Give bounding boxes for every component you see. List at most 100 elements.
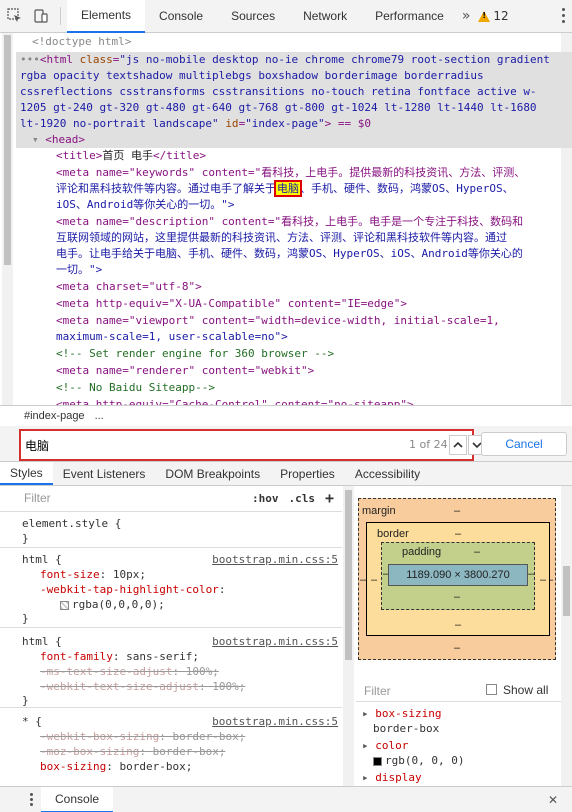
html-tag-open: <html bbox=[39, 53, 80, 66]
html-node[interactable]: •••<html class="js no-mobile desktop no-… bbox=[20, 52, 550, 68]
padding-bottom-value[interactable]: – bbox=[454, 591, 460, 603]
device-toolbar-icon[interactable] bbox=[30, 5, 52, 27]
element-style-rule: element.style { } bbox=[0, 512, 342, 548]
new-style-rule-button[interactable]: + bbox=[325, 491, 334, 506]
breadcrumb-more[interactable]: ... bbox=[95, 410, 104, 422]
warnings-badge[interactable]: 12 bbox=[478, 9, 509, 23]
style-property[interactable]: font-family: sans-serif; bbox=[40, 649, 199, 664]
close-icon[interactable]: ✕ bbox=[548, 793, 558, 807]
border-left-value[interactable]: – bbox=[371, 574, 377, 586]
border-label: border bbox=[377, 528, 409, 540]
class-value-line5: lt-1920 no-portrait landscape" id="index… bbox=[20, 117, 372, 130]
margin-bottom-value[interactable]: – bbox=[454, 642, 460, 654]
rule-selector[interactable]: * { bbox=[22, 714, 42, 729]
comment-node-360[interactable]: <!-- Set render engine for 360 browser -… bbox=[56, 346, 334, 362]
computed-property-value: border-box bbox=[373, 722, 440, 735]
padding-top-value[interactable]: – bbox=[474, 546, 480, 558]
rule-selector[interactable]: html { bbox=[22, 552, 62, 567]
devtools-window: Elements Console Sources Network Perform… bbox=[0, 0, 572, 812]
style-rule-universal: * { bootstrap.min.css:5 -webkit-box-sizi… bbox=[0, 710, 342, 786]
style-property[interactable]: box-sizing: border-box; bbox=[40, 759, 192, 774]
tab-properties[interactable]: Properties bbox=[270, 462, 345, 485]
tab-dom-breakpoints[interactable]: DOM Breakpoints bbox=[155, 462, 270, 485]
title-node[interactable]: <title>首页 电手</title> bbox=[56, 148, 206, 164]
style-property[interactable]: font-size: 10px; bbox=[40, 567, 146, 582]
computed-filter-bar: Filter Show all bbox=[356, 680, 572, 702]
meta-description-line3: 电手。让电手给关于电脑、手机、硬件、数码，鸿蒙OS、HyperOS、iOS、An… bbox=[56, 247, 523, 260]
tree-scrollbar[interactable] bbox=[2, 33, 13, 405]
tab-console[interactable]: Console bbox=[145, 0, 217, 33]
style-property-overridden[interactable]: -moz-box-sizing: border-box; bbox=[40, 744, 225, 759]
style-property-overridden[interactable]: -ms-text-size-adjust: 100%; bbox=[40, 664, 219, 679]
drawer-menu-icon[interactable] bbox=[30, 793, 33, 806]
console-drawer: Console ✕ bbox=[0, 786, 572, 812]
margin-label: margin bbox=[362, 505, 396, 517]
breadcrumb-item[interactable]: #index-page bbox=[24, 410, 85, 422]
search-box: 1 of 24 bbox=[19, 429, 486, 461]
computed-property[interactable]: ▸ color bbox=[362, 738, 408, 753]
styles-scrollbar[interactable] bbox=[343, 486, 354, 786]
breadcrumb: #index-page ... bbox=[0, 405, 572, 425]
rule-source-link[interactable]: bootstrap.min.css:5 bbox=[212, 634, 338, 649]
rule-source-link[interactable]: bootstrap.min.css:5 bbox=[212, 714, 338, 729]
tab-styles[interactable]: Styles bbox=[0, 462, 53, 485]
search-cancel-button[interactable]: Cancel bbox=[481, 432, 567, 456]
search-prev-button[interactable] bbox=[449, 435, 467, 455]
box-model-border[interactable]: border – – – – padding – – – – 1189.090 … bbox=[366, 522, 550, 636]
style-property-value[interactable]: rgba(0,0,0,0); bbox=[60, 597, 165, 612]
comment-node-baidu[interactable]: <!-- No Baidu Siteapp--> bbox=[56, 380, 215, 396]
rule-selector[interactable]: html { bbox=[22, 634, 62, 649]
tab-elements[interactable]: Elements bbox=[67, 0, 146, 33]
element-style-selector[interactable]: element.style { bbox=[22, 516, 121, 531]
more-tabs-button[interactable]: » bbox=[458, 8, 475, 24]
styles-tab-bar: Styles Event Listeners DOM Breakpoints P… bbox=[0, 462, 572, 486]
cls-toggle[interactable]: .cls bbox=[288, 491, 315, 506]
tab-accessibility[interactable]: Accessibility bbox=[345, 462, 430, 485]
meta-http-equiv-node[interactable]: <meta http-equiv="X-UA-Compatible" conte… bbox=[56, 296, 407, 312]
computed-property[interactable]: ▸ display bbox=[362, 770, 422, 785]
styles-filter-input[interactable]: Filter bbox=[24, 491, 252, 506]
warnings-count: 12 bbox=[493, 9, 509, 23]
styles-pane: Filter :hov .cls + element.style { } htm… bbox=[0, 486, 342, 786]
border-top-value[interactable]: – bbox=[455, 528, 461, 540]
rule-source-link[interactable]: bootstrap.min.css:5 bbox=[212, 552, 338, 567]
search-input[interactable] bbox=[25, 436, 405, 454]
hov-toggle[interactable]: :hov bbox=[252, 491, 279, 506]
tab-network[interactable]: Network bbox=[289, 0, 361, 33]
meta-keywords-line2: 评论和黑科技软件等内容。通过电手了解关于电脑、手机、硬件、数码，鸿蒙OS、Hyp… bbox=[56, 180, 514, 197]
meta-description-line1[interactable]: <meta name="description" content="看科技，上电… bbox=[56, 214, 523, 230]
box-model-content[interactable]: 1189.090 × 3800.270 bbox=[388, 564, 528, 586]
tab-sources[interactable]: Sources bbox=[217, 0, 289, 33]
tab-performance[interactable]: Performance bbox=[361, 0, 458, 33]
border-right-value[interactable]: – bbox=[540, 574, 546, 586]
meta-viewport-line2: maximum-scale=1, user-scalable=no"> bbox=[56, 330, 288, 343]
computed-property[interactable]: ▸ box-sizing bbox=[362, 706, 441, 721]
inspect-element-icon[interactable] bbox=[4, 5, 26, 27]
head-node[interactable]: ▾ <head> bbox=[32, 132, 85, 148]
border-bottom-value[interactable]: – bbox=[455, 619, 461, 631]
show-all-checkbox[interactable] bbox=[486, 684, 497, 695]
computed-scrollbar[interactable] bbox=[561, 486, 572, 786]
style-property-overridden[interactable]: -webkit-box-sizing: border-box; bbox=[40, 729, 245, 744]
color-swatch-icon[interactable] bbox=[373, 756, 382, 766]
margin-top-value[interactable]: – bbox=[454, 505, 460, 517]
color-swatch-icon[interactable] bbox=[60, 600, 69, 610]
meta-viewport-line1[interactable]: <meta name="viewport" content="width=dev… bbox=[56, 313, 500, 329]
meta-keywords-line3: iOS、Android等你关心的一切。"> bbox=[56, 198, 235, 211]
doctype-node[interactable]: <!doctype html> bbox=[32, 34, 131, 50]
computed-filter-input[interactable]: Filter bbox=[364, 684, 391, 698]
padding-right-value[interactable]: – bbox=[528, 568, 534, 580]
meta-charset-node[interactable]: <meta charset="utf-8"> bbox=[56, 279, 202, 295]
computed-property-value: rgb(0, 0, 0) bbox=[373, 753, 464, 768]
meta-description-line2: 互联网领域的网站，这里提供最新的科技资讯、方法、评测、评论和黑科技软件等内容。通… bbox=[56, 231, 507, 244]
style-property-overridden[interactable]: -webkit-text-size-adjust: 100%; bbox=[40, 679, 245, 694]
box-model-padding[interactable]: padding – – – – 1189.090 × 3800.270 bbox=[381, 542, 535, 610]
tab-event-listeners[interactable]: Event Listeners bbox=[53, 462, 156, 485]
meta-renderer-node[interactable]: <meta name="renderer" content="webkit"> bbox=[56, 363, 314, 379]
style-property[interactable]: -webkit-tap-highlight-color: bbox=[40, 582, 225, 597]
box-model-margin[interactable]: margin – – – – border – – – – padding – … bbox=[358, 498, 556, 660]
drawer-tab-console[interactable]: Console bbox=[41, 786, 114, 812]
meta-cache-control-node[interactable]: <meta http-equiv="Cache-Control" content… bbox=[56, 397, 414, 405]
meta-keywords-line1[interactable]: <meta name="keywords" content="看科技，上电手。提… bbox=[56, 165, 525, 181]
kebab-menu-icon[interactable] bbox=[562, 8, 566, 23]
